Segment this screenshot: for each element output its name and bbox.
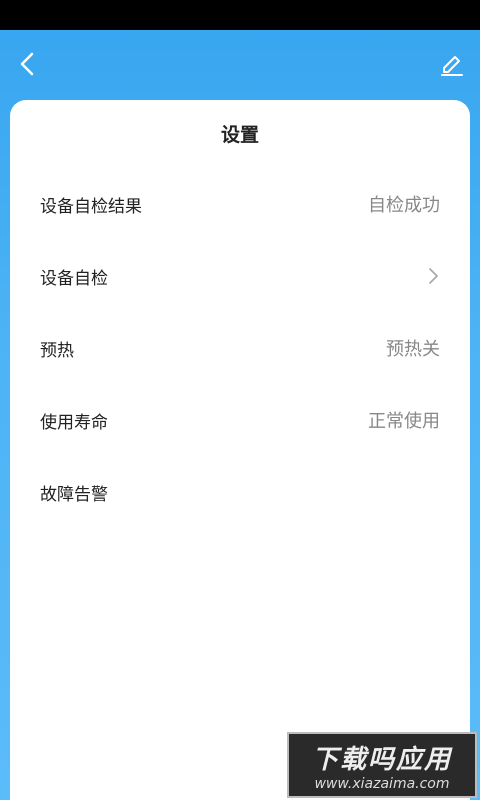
status-bar: [0, 0, 480, 30]
page-title: 设置: [220, 124, 259, 146]
edit-button[interactable]: [432, 44, 472, 84]
watermark-url: www.xiazaima.com: [314, 775, 450, 792]
watermark-title: 下载吗应用: [311, 744, 452, 775]
row-value: 自检成功: [368, 195, 440, 216]
pencil-icon: [441, 56, 463, 76]
row-service-life[interactable]: 使用寿命 正常使用: [10, 395, 470, 445]
row-value: 预热关: [386, 339, 440, 360]
row-self-test-result[interactable]: 设备自检结果 自检成功: [10, 179, 470, 229]
row-preheat[interactable]: 预热 预热关: [10, 323, 470, 373]
back-button[interactable]: [8, 44, 48, 84]
settings-card: 设置 设备自检结果 自检成功 设备自检 预热 预热关 使用寿命 正常使用 故障告…: [10, 100, 470, 800]
chevron-left-icon: [20, 52, 34, 76]
chevron-right-icon: [429, 268, 438, 284]
watermark-logo: 下载吗应用 www.xiazaima.com: [287, 732, 477, 798]
row-label: 使用寿命: [40, 412, 108, 433]
row-self-test[interactable]: 设备自检: [10, 251, 470, 301]
row-label: 设备自检: [40, 268, 108, 289]
row-fault-alarm[interactable]: 故障告警: [10, 467, 470, 517]
row-label: 设备自检结果: [40, 196, 142, 217]
row-value: 正常使用: [368, 411, 440, 432]
row-label: 预热: [40, 340, 74, 361]
row-label: 故障告警: [40, 484, 108, 505]
